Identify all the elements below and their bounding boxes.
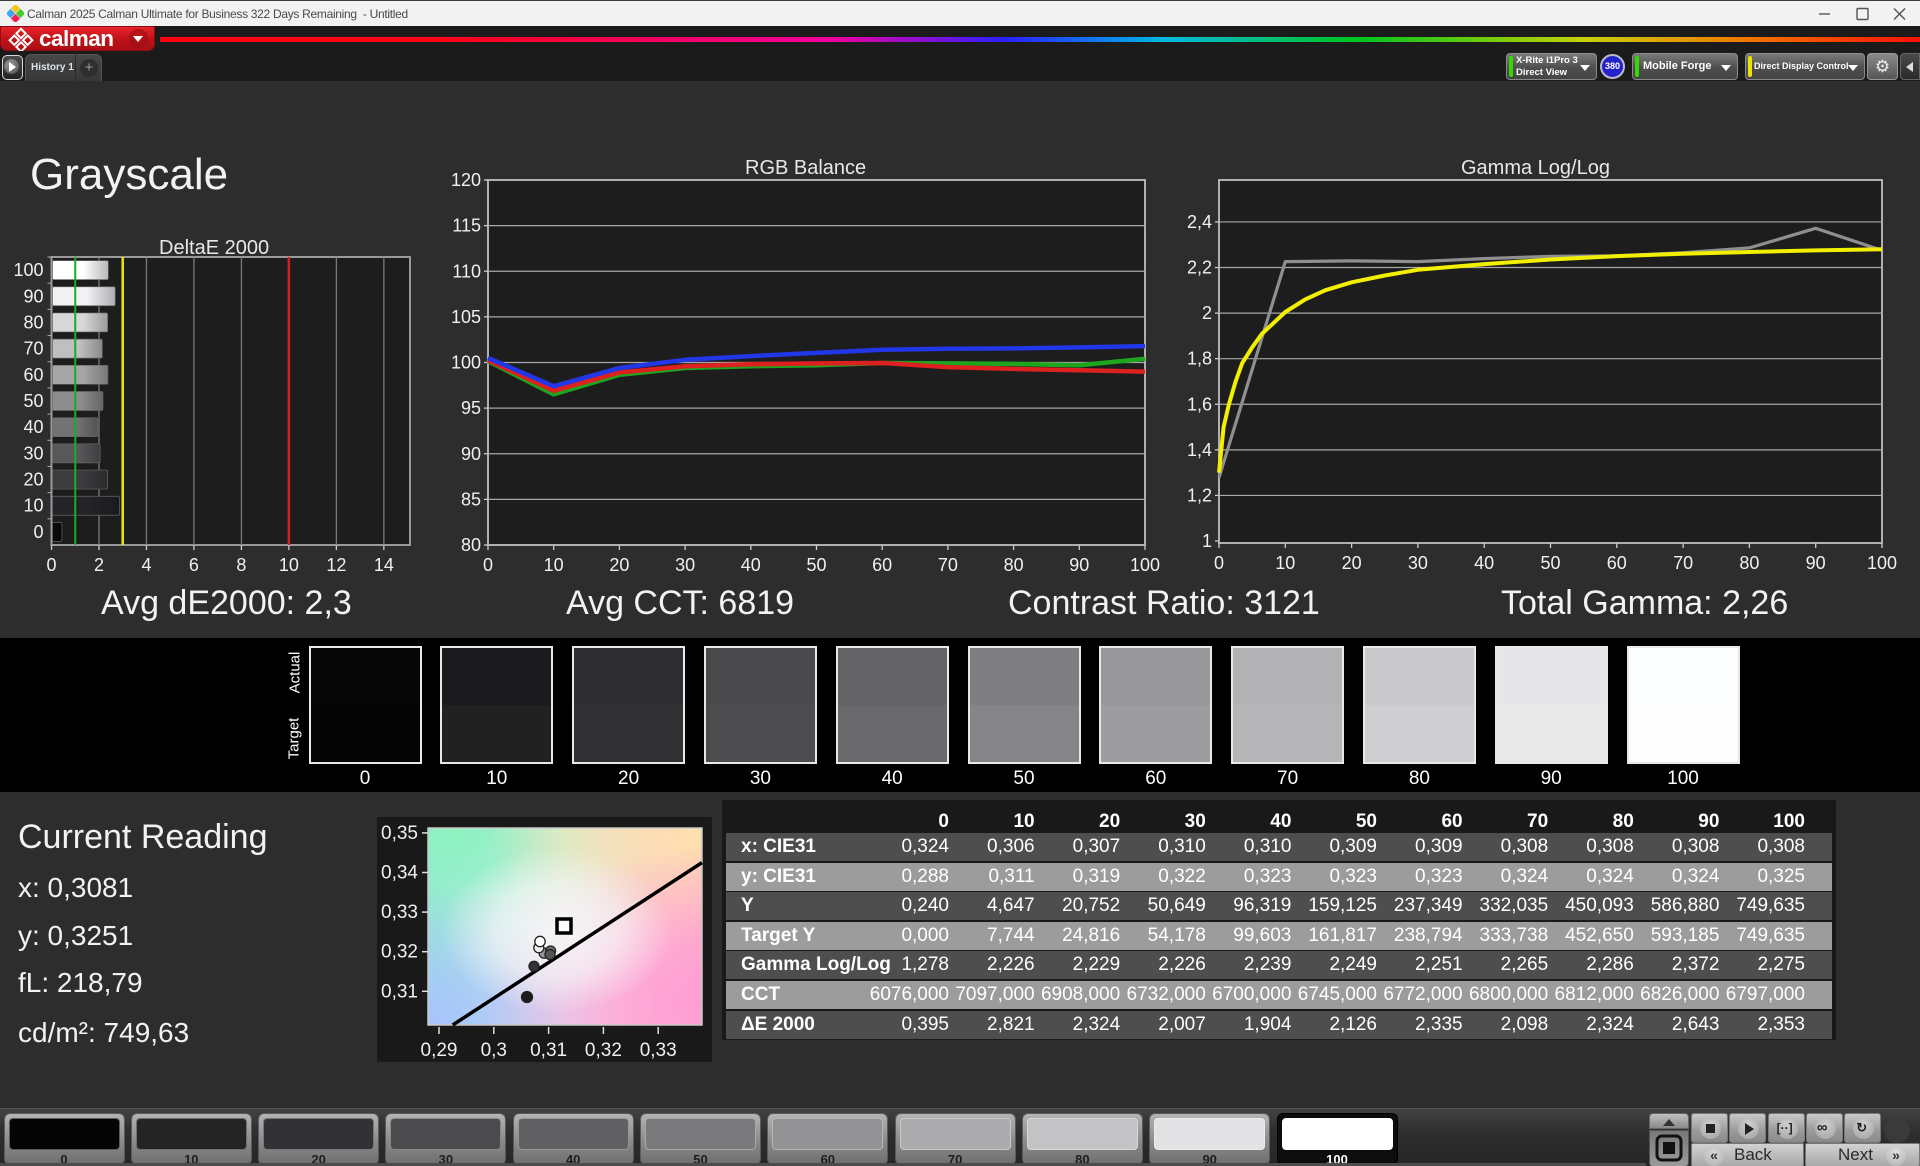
svg-text:0,33: 0,33 [381, 902, 418, 923]
svg-text:40: 40 [1474, 553, 1494, 573]
svg-text:0: 0 [33, 522, 43, 542]
svg-text:20: 20 [23, 470, 43, 490]
svg-text:80: 80 [461, 535, 481, 555]
svg-text:0,3: 0,3 [481, 1040, 507, 1061]
svg-text:100: 100 [451, 353, 481, 373]
svg-text:85: 85 [461, 489, 481, 509]
svg-text:60: 60 [872, 555, 892, 575]
svg-text:1,4: 1,4 [1187, 440, 1212, 460]
svg-text:95: 95 [461, 398, 481, 418]
svg-text:1,2: 1,2 [1187, 485, 1212, 505]
svg-text:60: 60 [23, 365, 43, 385]
svg-text:80: 80 [23, 312, 43, 332]
svg-text:70: 70 [938, 555, 958, 575]
svg-text:0,32: 0,32 [381, 942, 418, 963]
svg-text:10: 10 [544, 555, 564, 575]
svg-text:12: 12 [326, 555, 346, 575]
svg-text:20: 20 [609, 555, 629, 575]
svg-text:0,31: 0,31 [530, 1040, 567, 1061]
svg-text:8: 8 [236, 555, 246, 575]
svg-text:10: 10 [279, 555, 299, 575]
svg-text:0,29: 0,29 [421, 1040, 458, 1061]
svg-text:105: 105 [451, 307, 481, 327]
svg-text:0: 0 [46, 555, 56, 575]
svg-text:115: 115 [452, 216, 481, 236]
svg-text:4: 4 [141, 555, 151, 575]
svg-text:90: 90 [461, 444, 481, 464]
svg-text:90: 90 [23, 286, 43, 306]
svg-text:80: 80 [1739, 553, 1759, 573]
svg-text:30: 30 [1408, 553, 1428, 573]
svg-text:30: 30 [675, 555, 695, 575]
svg-text:10: 10 [1275, 553, 1295, 573]
svg-text:6: 6 [189, 555, 199, 575]
svg-text:90: 90 [1806, 553, 1826, 573]
svg-text:70: 70 [23, 339, 43, 359]
svg-text:30: 30 [23, 443, 43, 463]
svg-text:50: 50 [1540, 553, 1560, 573]
svg-text:90: 90 [1069, 555, 1089, 575]
svg-text:100: 100 [13, 260, 43, 280]
svg-text:120: 120 [451, 170, 481, 190]
svg-text:1,8: 1,8 [1187, 349, 1212, 369]
svg-text:100: 100 [1130, 555, 1160, 575]
svg-text:100: 100 [1867, 553, 1897, 573]
svg-text:1: 1 [1202, 531, 1212, 551]
svg-text:2,4: 2,4 [1187, 212, 1212, 232]
svg-text:2: 2 [94, 555, 104, 575]
svg-text:0,34: 0,34 [381, 863, 418, 884]
svg-text:14: 14 [374, 555, 394, 575]
svg-text:10: 10 [23, 496, 43, 516]
svg-text:0,31: 0,31 [381, 981, 418, 1002]
svg-text:40: 40 [23, 417, 43, 437]
svg-text:20: 20 [1342, 553, 1362, 573]
svg-text:110: 110 [452, 261, 481, 281]
svg-text:0: 0 [483, 555, 493, 575]
svg-text:80: 80 [1004, 555, 1024, 575]
svg-text:0,35: 0,35 [381, 823, 418, 844]
svg-text:0: 0 [1214, 553, 1224, 573]
svg-text:2,2: 2,2 [1187, 258, 1212, 278]
svg-text:60: 60 [1607, 553, 1627, 573]
svg-text:50: 50 [23, 391, 43, 411]
svg-text:0,33: 0,33 [640, 1040, 677, 1061]
svg-text:2: 2 [1202, 303, 1212, 323]
svg-text:50: 50 [806, 555, 826, 575]
svg-text:0,32: 0,32 [585, 1040, 622, 1061]
svg-text:70: 70 [1673, 553, 1693, 573]
svg-text:1,6: 1,6 [1187, 394, 1212, 414]
svg-text:40: 40 [741, 555, 761, 575]
